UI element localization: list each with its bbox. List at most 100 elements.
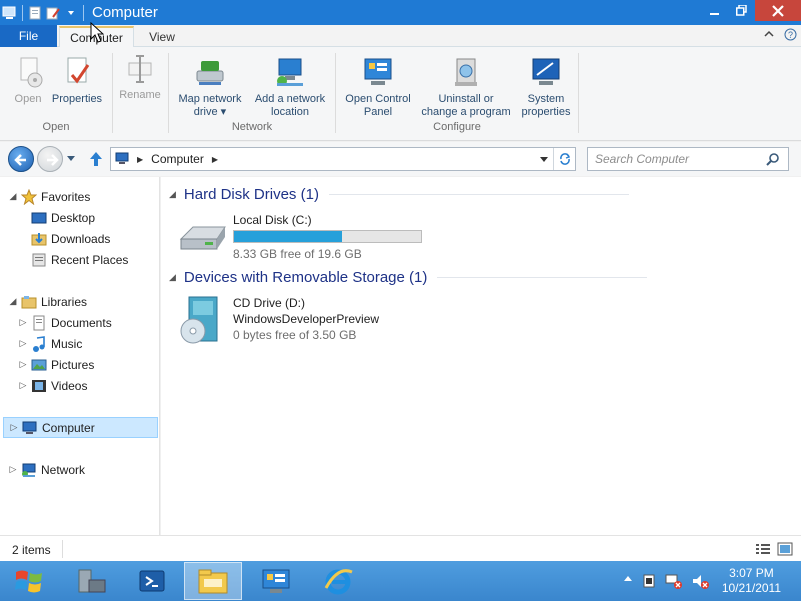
computer-icon	[115, 152, 131, 166]
details-view-icon[interactable]	[755, 542, 771, 559]
system-props-label-2: properties	[521, 106, 571, 118]
nav-item-recent-places[interactable]: Recent Places	[28, 249, 128, 270]
control-panel-icon	[262, 569, 290, 593]
search-input[interactable]: Search Computer	[587, 147, 789, 171]
separator	[83, 4, 84, 21]
tab-file[interactable]: File	[0, 25, 57, 47]
network-status-icon[interactable]	[665, 573, 683, 592]
group-header-hard-disk-drives[interactable]: ◢ Hard Disk Drives (1)	[169, 186, 629, 203]
breadcrumb-computer[interactable]: Computer	[151, 152, 204, 166]
action-center-icon[interactable]	[641, 573, 657, 592]
refresh-button[interactable]	[553, 148, 575, 170]
open-control-panel-button[interactable]: Open Control Panel	[339, 55, 417, 119]
libraries-icon	[21, 294, 37, 310]
taskbar-control-panel[interactable]	[248, 562, 304, 600]
address-bar[interactable]: ▶ Computer ▶	[110, 147, 576, 171]
taskbar-clock[interactable]: 3:07 PM 10/21/2011	[722, 566, 781, 596]
group-divider	[328, 194, 629, 195]
computer-icon[interactable]	[2, 5, 18, 21]
search-placeholder: Search Computer	[595, 152, 690, 166]
properties-icon[interactable]	[27, 5, 43, 21]
properties-button[interactable]: Properties	[48, 55, 106, 106]
separator	[168, 53, 169, 133]
programs-icon	[449, 55, 483, 89]
expand-arrow-icon[interactable]: ▷	[8, 464, 18, 475]
system-properties-button[interactable]: System properties	[515, 55, 577, 119]
back-button[interactable]	[8, 146, 34, 172]
uninstall-label: Uninstall or	[438, 93, 494, 105]
content-pane: ◢ Hard Disk Drives (1) Local Disk (C:) 8…	[161, 177, 801, 535]
nav-label: Music	[51, 336, 83, 351]
nav-item-documents[interactable]: ▷ Documents	[18, 312, 112, 333]
nav-item-libraries[interactable]: ◢ Libraries	[8, 291, 88, 312]
nav-item-favorites[interactable]: ◢ Favorites	[8, 186, 90, 207]
nav-item-network[interactable]: ▷ Network	[8, 459, 85, 480]
new-folder-icon[interactable]	[45, 5, 61, 21]
nav-item-videos[interactable]: ▷ Videos	[18, 375, 88, 396]
expand-arrow-icon[interactable]: ▷	[18, 338, 28, 349]
minimize-button[interactable]	[701, 0, 728, 21]
map-network-drive-button[interactable]: Map network drive ▾	[174, 55, 246, 119]
system-tray	[623, 573, 709, 592]
expand-arrow-icon[interactable]: ▷	[9, 422, 19, 433]
address-dropdown-icon[interactable]	[539, 153, 549, 168]
expand-arrow-icon[interactable]: ▷	[18, 359, 28, 370]
drive-usage-fill	[234, 231, 342, 242]
taskbar-server-manager[interactable]	[62, 562, 118, 600]
taskbar: 3:07 PM 10/21/2011	[0, 561, 801, 601]
add-network-location-button[interactable]: Add a network location	[248, 55, 332, 119]
add-location-label: Add a network	[254, 93, 326, 105]
drive-local-disk-c[interactable]: Local Disk (C:) 8.33 GB free of 19.6 GB	[177, 213, 422, 261]
volume-icon[interactable]	[691, 573, 709, 592]
forward-button[interactable]	[37, 146, 63, 172]
group-header-removable-storage[interactable]: ◢ Devices with Removable Storage (1)	[169, 269, 648, 286]
taskbar-internet-explorer[interactable]	[310, 562, 366, 600]
rename-button[interactable]: Rename	[116, 51, 164, 102]
expand-arrow-icon[interactable]: ◢	[8, 191, 18, 202]
help-icon[interactable]: ?	[784, 28, 797, 44]
up-button[interactable]	[88, 150, 104, 171]
nav-item-downloads[interactable]: Downloads	[28, 228, 110, 249]
chevron-down-icon[interactable]	[63, 5, 79, 21]
tab-view[interactable]: View	[136, 26, 188, 47]
search-icon[interactable]	[766, 152, 780, 169]
uninstall-program-button[interactable]: Uninstall or change a program	[417, 55, 515, 119]
recent-locations-dropdown[interactable]	[66, 152, 76, 167]
close-button[interactable]	[755, 0, 801, 21]
clock-time: 3:07 PM	[729, 566, 774, 580]
nav-label: Videos	[51, 378, 88, 393]
nav-label: Pictures	[51, 357, 95, 372]
breadcrumb-arrow-icon[interactable]: ▶	[212, 155, 218, 164]
internet-explorer-icon	[324, 569, 353, 595]
large-icons-view-icon[interactable]	[777, 542, 793, 559]
taskbar-powershell[interactable]	[124, 562, 180, 600]
collapse-arrow-icon[interactable]: ◢	[169, 189, 176, 200]
chevron-up-icon[interactable]	[763, 28, 775, 43]
nav-label: Desktop	[51, 210, 96, 225]
taskbar-file-explorer[interactable]	[184, 562, 242, 600]
expand-arrow-icon[interactable]: ◢	[8, 296, 18, 307]
clock-date: 10/21/2011	[721, 581, 781, 595]
hard-drive-icon	[177, 213, 231, 257]
powershell-icon	[139, 570, 165, 592]
start-button[interactable]	[0, 562, 58, 600]
drive-name: Local Disk (C:)	[233, 213, 312, 227]
show-hidden-icons-button[interactable]	[623, 573, 633, 592]
drive-cd-drive-d[interactable]: CD Drive (D:) WindowsDeveloperPreview 0 …	[177, 295, 379, 347]
expand-arrow-icon[interactable]: ▷	[18, 380, 28, 391]
expand-arrow-icon[interactable]: ▷	[18, 317, 28, 328]
navigation-bar: ▶ Computer ▶ Search Computer	[0, 142, 801, 176]
nav-item-computer[interactable]: ▷ Computer	[3, 417, 158, 438]
open-button[interactable]: Open	[10, 55, 46, 106]
nav-item-pictures[interactable]: ▷ Pictures	[18, 354, 95, 375]
maximize-button[interactable]	[728, 0, 755, 21]
collapse-arrow-icon[interactable]: ◢	[169, 272, 176, 283]
nav-item-desktop[interactable]: Desktop	[28, 207, 95, 228]
properties-icon	[60, 55, 94, 89]
separator	[22, 4, 23, 21]
pictures-icon	[31, 357, 47, 373]
nav-item-music[interactable]: ▷ Music	[18, 333, 82, 354]
title-bar: Computer	[0, 0, 801, 25]
breadcrumb-arrow-icon[interactable]: ▶	[137, 155, 143, 164]
server-manager-icon	[78, 569, 106, 593]
